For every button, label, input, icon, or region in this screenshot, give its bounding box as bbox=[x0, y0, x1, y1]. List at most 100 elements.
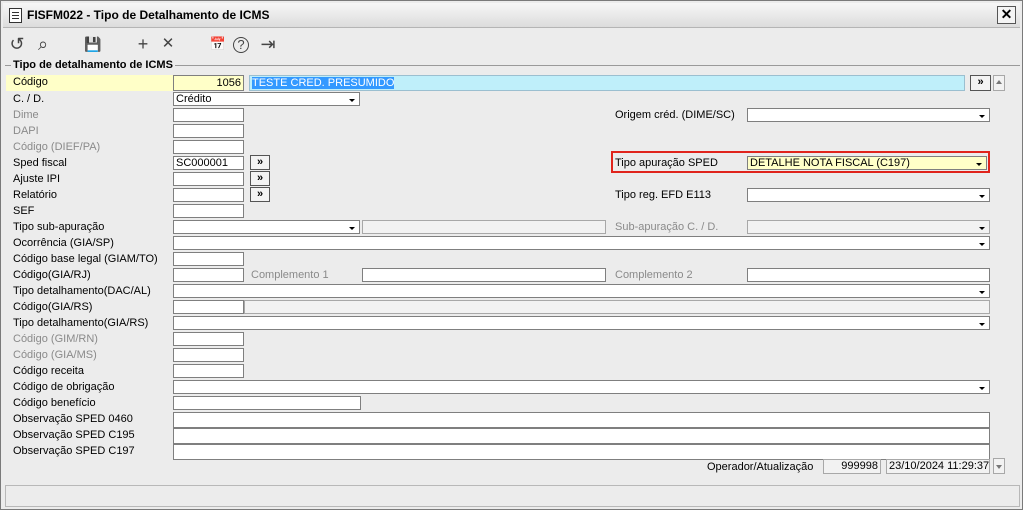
chevron-down-icon bbox=[346, 222, 358, 232]
calendar-icon[interactable]: 📅 bbox=[208, 34, 228, 54]
close-button[interactable]: ✕ bbox=[997, 6, 1016, 24]
document-icon bbox=[9, 8, 22, 23]
chevron-down-icon bbox=[976, 382, 988, 392]
complemento2-label: Complemento 2 bbox=[615, 269, 693, 281]
cd-select-value: Crédito bbox=[176, 93, 212, 105]
tipo-reg-efd-select[interactable] bbox=[747, 188, 990, 202]
tipo-reg-efd-label: Tipo reg. EFD E113 bbox=[615, 189, 711, 201]
codigo-lookup-button[interactable]: » bbox=[970, 75, 991, 91]
relatorio-label: Relatório bbox=[13, 189, 58, 201]
ajuste-ipi-input[interactable] bbox=[173, 172, 244, 186]
codigo-gimrn-input[interactable] bbox=[173, 332, 244, 346]
obs-0460-label: Observação SPED 0460 bbox=[13, 413, 133, 425]
codigo-description-text: TESTE CRED. PRESUMIDO bbox=[252, 77, 395, 89]
dapi-input[interactable] bbox=[173, 124, 244, 138]
cd-select[interactable]: Crédito bbox=[173, 92, 360, 106]
sef-input[interactable] bbox=[173, 204, 244, 218]
codigo-giarj-label: Código(GIA/RJ) bbox=[13, 269, 91, 281]
tipo-giars-label: Tipo detalhamento(GIA/RS) bbox=[13, 317, 149, 329]
codigo-diefpa-input[interactable] bbox=[173, 140, 244, 154]
codigo-input[interactable]: 1056 bbox=[173, 75, 244, 91]
tipo-apuracao-value: DETALHE NOTA FISCAL (C197) bbox=[750, 157, 910, 169]
search-icon[interactable]: ⌕ bbox=[33, 34, 53, 54]
origem-cred-select[interactable] bbox=[747, 108, 990, 122]
tipo-giars-select[interactable] bbox=[173, 316, 990, 330]
codigo-obrigacao-label: Código de obrigação bbox=[13, 381, 115, 393]
add-icon[interactable]: + bbox=[133, 34, 153, 54]
relatorio-input[interactable] bbox=[173, 188, 244, 202]
help-icon[interactable]: ? bbox=[233, 37, 249, 53]
chevron-down-icon bbox=[976, 110, 988, 120]
tipo-apuracao-select[interactable]: DETALHE NOTA FISCAL (C197) bbox=[747, 156, 987, 170]
dime-input[interactable] bbox=[173, 108, 244, 122]
dapi-label: DAPI bbox=[13, 125, 39, 137]
codigo-giarj-input[interactable] bbox=[173, 268, 244, 282]
sef-label: SEF bbox=[13, 205, 35, 217]
tipo-subapuracao-desc bbox=[362, 220, 606, 234]
complemento2-input[interactable] bbox=[747, 268, 990, 282]
codigo-giars-input[interactable] bbox=[173, 300, 244, 314]
scroll-up-icon[interactable] bbox=[993, 75, 1005, 91]
group-title: Tipo de detalhamento de ICMS bbox=[11, 59, 175, 71]
subapuracao-cd-label: Sub-apuração C. / D. bbox=[615, 221, 719, 233]
tipo-dacal-select[interactable] bbox=[173, 284, 990, 298]
tipo-subapuracao-label: Tipo sub-apuração bbox=[13, 221, 105, 233]
tipo-subapuracao-select[interactable] bbox=[173, 220, 360, 234]
chevron-down-icon bbox=[346, 94, 358, 104]
exit-icon[interactable]: ⇥ bbox=[258, 34, 278, 54]
codigo-description[interactable]: TESTE CRED. PRESUMIDO bbox=[249, 75, 965, 91]
cod-base-legal-input[interactable] bbox=[173, 252, 244, 266]
dime-label: Dime bbox=[13, 109, 39, 121]
codigo-giars-desc bbox=[244, 300, 990, 314]
sped-fiscal-input[interactable]: SC000001 bbox=[173, 156, 244, 170]
codigo-receita-input[interactable] bbox=[173, 364, 244, 378]
chevron-down-icon bbox=[976, 318, 988, 328]
window-title: FISFM022 - Tipo de Detalhamento de ICMS bbox=[27, 8, 270, 22]
sped-fiscal-lookup-button[interactable]: » bbox=[250, 155, 270, 170]
codigo-beneficio-input[interactable] bbox=[173, 396, 361, 410]
chevron-down-icon bbox=[976, 222, 988, 232]
toolbar: ↺ ⌕ 💾 + ✕ 📅 ? ⇥ bbox=[3, 28, 1020, 60]
complemento1-input[interactable] bbox=[362, 268, 606, 282]
tipo-dacal-label: Tipo detalhamento(DAC/AL) bbox=[13, 285, 151, 297]
tipo-apuracao-label: Tipo apuração SPED bbox=[615, 157, 718, 169]
sped-fiscal-label: Sped fiscal bbox=[13, 157, 67, 169]
relatorio-lookup-button[interactable]: » bbox=[250, 187, 270, 202]
scroll-down-icon[interactable] bbox=[993, 458, 1005, 474]
main-window: FISFM022 - Tipo de Detalhamento de ICMS … bbox=[0, 0, 1023, 510]
codigo-receita-label: Código receita bbox=[13, 365, 84, 377]
obs-c197-label: Observação SPED C197 bbox=[13, 445, 135, 457]
operador-label: Operador/Atualização bbox=[707, 461, 814, 473]
undo-icon[interactable]: ↺ bbox=[7, 34, 27, 54]
chevron-down-icon bbox=[973, 158, 985, 168]
delete-icon[interactable]: ✕ bbox=[158, 34, 178, 54]
chevron-down-icon bbox=[976, 238, 988, 248]
status-bar bbox=[5, 485, 1020, 507]
obs-0460-input[interactable] bbox=[173, 412, 990, 428]
chevron-down-icon bbox=[976, 286, 988, 296]
codigo-giars-label: Código(GIA/RS) bbox=[13, 301, 93, 313]
codigo-giams-label: Código (GIA/MS) bbox=[13, 349, 97, 361]
codigo-diefpa-label: Código (DIEF/PA) bbox=[13, 141, 101, 153]
cod-base-legal-label: Código base legal (GIAM/TO) bbox=[13, 253, 158, 265]
ocorrencia-label: Ocorrência (GIA/SP) bbox=[13, 237, 114, 249]
operador-value: 999998 bbox=[823, 459, 881, 474]
codigo-gimrn-label: Código (GIM/RN) bbox=[13, 333, 98, 345]
obs-c195-label: Observação SPED C195 bbox=[13, 429, 135, 441]
cd-label: C. / D. bbox=[13, 93, 45, 105]
title-bar: FISFM022 - Tipo de Detalhamento de ICMS … bbox=[3, 3, 1020, 28]
save-icon[interactable]: 💾 bbox=[83, 34, 103, 54]
codigo-obrigacao-select[interactable] bbox=[173, 380, 990, 394]
codigo-beneficio-label: Código benefício bbox=[13, 397, 96, 409]
complemento1-label: Complemento 1 bbox=[251, 269, 329, 281]
subapuracao-cd-select bbox=[747, 220, 990, 234]
origem-cred-label: Origem créd. (DIME/SC) bbox=[615, 109, 735, 121]
ajuste-ipi-label: Ajuste IPI bbox=[13, 173, 61, 185]
codigo-label: Código bbox=[13, 76, 48, 88]
datetime-value: 23/10/2024 11:29:37 bbox=[886, 459, 990, 474]
ocorrencia-select[interactable] bbox=[173, 236, 990, 250]
obs-c197-input[interactable] bbox=[173, 444, 990, 460]
codigo-giams-input[interactable] bbox=[173, 348, 244, 362]
obs-c195-input[interactable] bbox=[173, 428, 990, 444]
ajuste-ipi-lookup-button[interactable]: » bbox=[250, 171, 270, 186]
